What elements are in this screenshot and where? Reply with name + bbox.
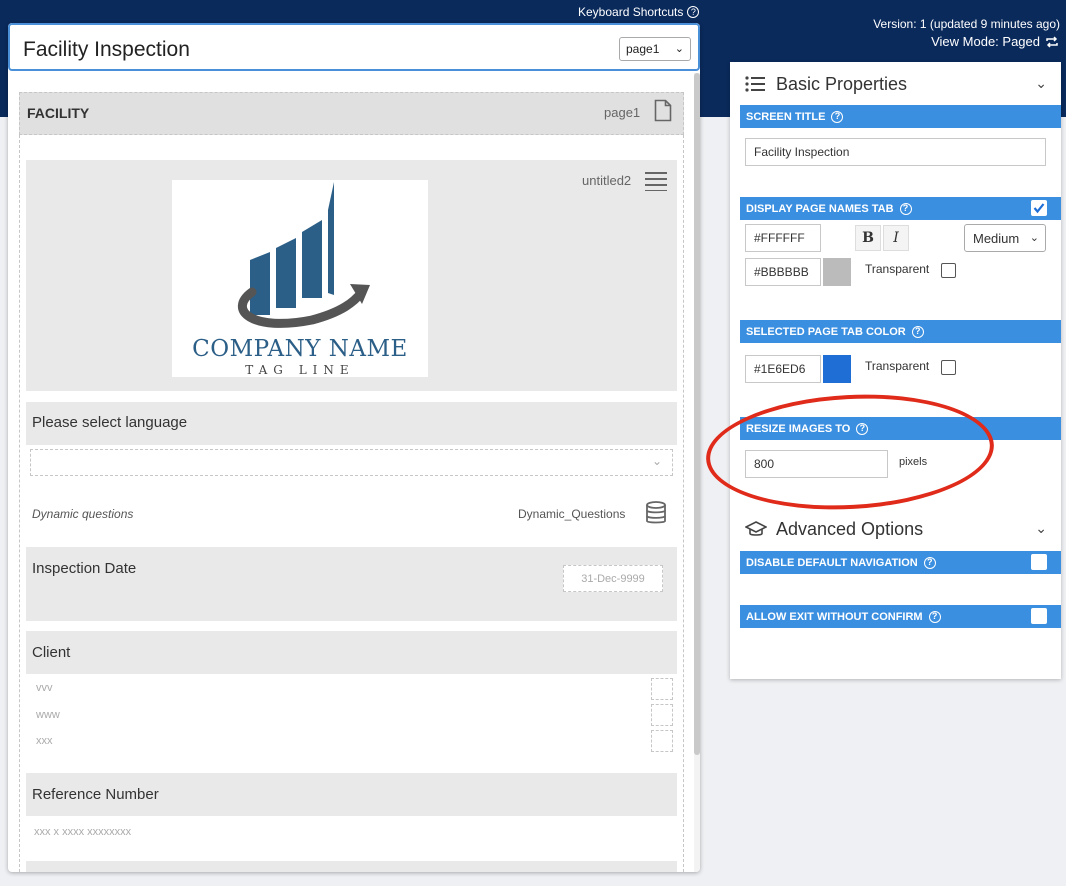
transparent-label: Transparent xyxy=(865,359,930,373)
section-page-name: page1 xyxy=(604,105,641,120)
advanced-options-title: Advanced Options xyxy=(776,518,924,539)
image-block[interactable]: untitled2 COMPANY NAME TAG LINE xyxy=(26,160,677,391)
language-question[interactable]: Please select language xyxy=(26,402,677,445)
advanced-options-header[interactable]: Advanced Options ⌄ xyxy=(745,507,1061,551)
basic-properties-title: Basic Properties xyxy=(776,73,908,94)
version-info: Version: 1 (updated 9 minutes ago) xyxy=(873,17,1060,31)
client-option-checkbox[interactable] xyxy=(651,678,673,700)
menu-icon[interactable] xyxy=(645,171,667,191)
keyboard-shortcuts-label: Keyboard Shortcuts xyxy=(578,5,684,19)
section-label: FACILITY xyxy=(27,105,90,121)
checkmark-icon xyxy=(1033,203,1045,214)
bold-button[interactable]: B xyxy=(855,225,881,251)
image-block-name: untitled2 xyxy=(582,173,632,188)
tab-text-color-input[interactable]: #FFFFFF xyxy=(745,224,821,252)
repeat-icon xyxy=(1046,35,1058,48)
tab-bg-color-swatch[interactable] xyxy=(823,258,851,286)
transparent-label: Transparent xyxy=(865,262,930,276)
next-question[interactable] xyxy=(26,861,677,872)
disable-nav-bar: DISABLE DEFAULT NAVIGATION ? xyxy=(740,551,1061,574)
allow-exit-bar: ALLOW EXIT WITHOUT CONFIRM ? xyxy=(740,605,1061,628)
company-logo: COMPANY NAME TAG LINE xyxy=(172,180,428,377)
selected-tab-color-label: SELECTED PAGE TAB COLOR xyxy=(746,325,906,338)
view-mode-toggle[interactable]: View Mode: Paged xyxy=(931,34,1060,49)
chevron-down-icon: ⌄ xyxy=(651,454,662,468)
graduation-cap-icon xyxy=(745,521,767,536)
document-icon[interactable] xyxy=(654,99,672,122)
form-builder-panel: Facility Inspection page1 ⌄ FACILITY pag… xyxy=(8,23,700,872)
basic-properties-header[interactable]: Basic Properties ⌄ xyxy=(745,62,1061,106)
resize-images-input[interactable]: 800 xyxy=(745,450,888,478)
client-option: xxx xyxy=(36,735,53,747)
resize-images-label: RESIZE IMAGES TO xyxy=(746,422,851,435)
help-icon[interactable]: ? xyxy=(911,325,924,338)
page-select-value: page1 xyxy=(626,42,660,56)
screen-title-label: SCREEN TITLE xyxy=(746,110,826,123)
help-icon[interactable]: ? xyxy=(831,110,844,123)
logo-company-name: COMPANY NAME xyxy=(192,336,408,362)
keyboard-shortcuts-link[interactable]: Keyboard Shortcuts ? xyxy=(578,5,700,19)
help-icon[interactable]: ? xyxy=(928,610,941,623)
help-icon[interactable]: ? xyxy=(856,422,869,435)
client-option: vvv xyxy=(36,682,53,694)
view-mode-label: View Mode: Paged xyxy=(931,34,1040,49)
page-select[interactable]: page1 ⌄ xyxy=(619,37,691,61)
form-title: Facility Inspection xyxy=(23,38,190,61)
inspection-date-input[interactable]: 31-Dec-9999 xyxy=(563,565,663,592)
disable-nav-checkbox[interactable] xyxy=(1031,554,1047,570)
chevron-down-icon: ⌄ xyxy=(1035,520,1047,536)
dynamic-questions-name: Dynamic_Questions xyxy=(518,507,626,521)
selected-tab-color-swatch[interactable] xyxy=(823,355,851,383)
chevron-down-icon: ⌄ xyxy=(674,43,684,55)
dynamic-questions-label: Dynamic questions xyxy=(32,507,134,521)
italic-button[interactable]: I xyxy=(883,225,909,251)
reference-input-hint[interactable]: xxx x xxxx xxxxxxxx xyxy=(34,826,131,838)
pixels-label: pixels xyxy=(899,456,928,468)
chevron-down-icon: ⌄ xyxy=(1035,75,1047,91)
client-option-checkbox[interactable] xyxy=(651,704,673,726)
properties-panel: Basic Properties ⌄ SCREEN TITLE ? Facili… xyxy=(730,62,1061,679)
selected-tab-color-bar: SELECTED PAGE TAB COLOR ? xyxy=(740,320,1061,343)
scrollbar-thumb[interactable] xyxy=(694,73,700,755)
logo-tagline: TAG LINE xyxy=(245,363,355,377)
client-option: www xyxy=(36,709,60,721)
selected-tab-color-input[interactable]: #1E6ED6 xyxy=(745,355,821,383)
section-header[interactable]: FACILITY page1 xyxy=(19,92,684,135)
transparent-checkbox[interactable] xyxy=(941,263,956,278)
disable-nav-label: DISABLE DEFAULT NAVIGATION xyxy=(746,556,918,569)
database-icon[interactable] xyxy=(645,501,667,525)
screen-title-bar: SCREEN TITLE ? xyxy=(740,105,1061,128)
help-icon[interactable]: ? xyxy=(923,556,936,569)
form-title-bar: Facility Inspection page1 ⌄ xyxy=(8,23,700,71)
display-page-names-label: DISPLAY PAGE NAMES TAB xyxy=(746,202,894,215)
allow-exit-checkbox[interactable] xyxy=(1031,608,1047,624)
language-question-label: Please select language xyxy=(32,414,188,431)
display-page-names-bar: DISPLAY PAGE NAMES TAB ? xyxy=(740,197,1061,220)
display-page-names-checkbox[interactable] xyxy=(1031,200,1047,216)
client-label: Client xyxy=(32,644,71,661)
logo-graphic xyxy=(237,182,370,328)
allow-exit-label: ALLOW EXIT WITHOUT CONFIRM xyxy=(746,610,923,623)
language-dropdown[interactable]: ⌄ xyxy=(30,449,673,476)
help-icon[interactable]: ? xyxy=(899,202,912,215)
resize-images-bar: RESIZE IMAGES TO ? xyxy=(740,417,1061,440)
list-icon xyxy=(745,76,765,92)
reference-label: Reference Number xyxy=(32,786,159,803)
reference-question[interactable]: Reference Number xyxy=(26,773,677,816)
help-icon: ? xyxy=(687,6,700,18)
screen-title-input[interactable]: Facility Inspection xyxy=(745,138,1046,166)
selected-transparent-checkbox[interactable] xyxy=(941,360,956,375)
client-question[interactable]: Client xyxy=(26,631,677,674)
font-size-value: Medium xyxy=(973,230,1020,246)
font-size-select[interactable]: Medium ⌄ xyxy=(964,224,1046,252)
inspection-date-label: Inspection Date xyxy=(32,560,137,577)
chevron-down-icon: ⌄ xyxy=(1029,232,1039,244)
tab-bg-color-input[interactable]: #BBBBBB xyxy=(745,258,821,286)
client-option-checkbox[interactable] xyxy=(651,730,673,752)
